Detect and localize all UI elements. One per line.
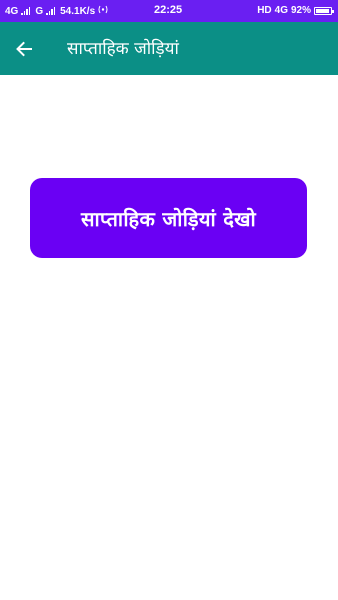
status-right: HD 4G 92%	[257, 5, 334, 16]
page-title: साप्ताहिक जोड़ियां	[67, 39, 179, 59]
data-speed: 54.1K/s	[60, 5, 96, 17]
network-type-label: 4G	[5, 5, 19, 17]
signal-icon	[21, 7, 31, 15]
view-weekly-pairs-button[interactable]: साप्ताहिक जोड़ियां देखो	[30, 178, 307, 258]
battery-fill	[316, 8, 329, 13]
battery-percent: 92%	[290, 5, 311, 16]
network-type-label-right: 4G	[274, 5, 288, 16]
status-time: 22:25	[154, 4, 183, 16]
hotspot-icon	[98, 5, 108, 17]
hd-label: HD	[257, 5, 272, 16]
arrow-left-icon[interactable]	[10, 35, 38, 63]
status-bar: 4G G 54.1K/s 22:25 HD 4G 92%	[0, 0, 338, 22]
status-left: 4G G 54.1K/s	[5, 5, 108, 17]
signal-icon-2	[46, 7, 56, 15]
network-type-label-2: G	[35, 5, 44, 17]
battery-icon	[314, 6, 334, 15]
screen: 4G G 54.1K/s 22:25 HD 4G 92% साप्ताहिक ज…	[0, 0, 338, 600]
app-bar: साप्ताहिक जोड़ियां	[0, 22, 338, 75]
